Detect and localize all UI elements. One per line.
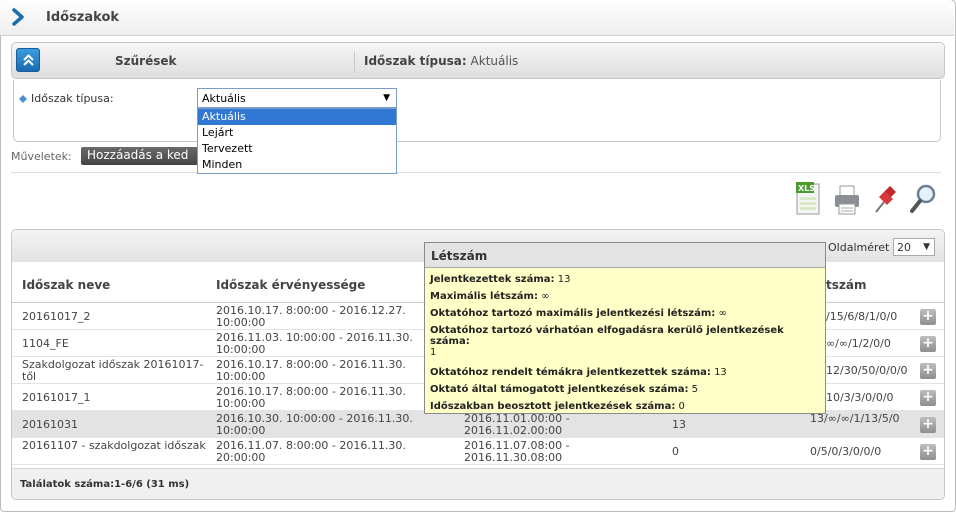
column-header-validity[interactable]: Időszak érvényessége [216, 278, 365, 292]
table-row[interactable]: 20161107 - szakdolgozat időszak 2016.11.… [12, 438, 944, 465]
cell-name: 1104_FE [22, 337, 69, 350]
tooltip-line: Maximális létszám: ∞ [430, 291, 820, 302]
filter-summary-label: Időszak típusa: [364, 54, 467, 68]
grid-footer: Találatok száma:1-6/6 (31 ms) [12, 468, 944, 499]
option-aktualis[interactable]: Aktuális [198, 109, 396, 125]
cell-headcount: 12/30/50/0/0/0 [826, 364, 908, 377]
cell-name: Szakdolgozat időszak 20161017-től [22, 358, 204, 383]
filter-panel [13, 80, 941, 142]
period-type-label-text: Időszak típusa: [31, 92, 114, 105]
tooltip-line: Oktatóhoz tartozó maximális jelentkezési… [430, 308, 820, 319]
page-size-label: Oldalméret [828, 241, 890, 254]
divider [11, 172, 941, 173]
cell-name: 20161031 [22, 418, 78, 431]
headcount-tooltip: Létszám Jelentkezettek száma: 13 Maximál… [424, 242, 826, 414]
page-title: Időszakok [46, 10, 120, 25]
xls-export-icon[interactable]: XLS [794, 180, 824, 218]
table-row[interactable]: 20161031 2016.10.30. 10:00:00 - 2016.11.… [12, 411, 944, 438]
cell-name: 20161107 - szakdolgozat időszak [22, 439, 206, 452]
cell-headcount: /15/6/8/1/0/0 [826, 310, 898, 323]
tooltip-line-label: Maximális létszám: [430, 291, 538, 302]
tooltip-line: Jelentkezettek száma: 13 [430, 274, 820, 285]
tooltip-line-value: 13 [714, 367, 727, 378]
pin-icon[interactable] [870, 180, 900, 218]
tooltip-line-label: Oktatóhoz tartozó maximális jelentkezési… [430, 308, 716, 319]
cell-headcount: 13/∞/∞/1/13/5/0 [810, 412, 900, 425]
tooltip-line-label: Jelentkezettek száma: [430, 274, 555, 285]
divider [354, 51, 355, 73]
column-header-name[interactable]: Időszak neve [22, 278, 110, 292]
cell-validity: 2016.10.17. 8:00:00 - 2016.12.27. 10:00:… [216, 304, 406, 329]
tooltip-line-label: Oktatóhoz rendelt témákra jelentkezettek… [430, 367, 711, 378]
tooltip-line-label: Oktató által támogatott jelentkezések sz… [430, 384, 689, 395]
cell-validity: 2016.11.03. 10:00:00 - 2016.11.30. 10:00… [216, 331, 413, 356]
tooltip-line-value: 13 [557, 274, 571, 285]
filter-summary-value: Aktuális [470, 54, 519, 68]
cell-applicants: 13 [672, 418, 686, 431]
page-size-select[interactable]: 20 ▼ [893, 238, 935, 256]
filter-bar: Szűrések Időszak típusa: Aktuális [11, 42, 945, 79]
cell-validity: 2016.10.17. 8:00:00 - 2016.11.30. 10:00:… [216, 358, 406, 383]
cell-validity: 2016.10.30. 10:00:00 - 2016.11.30. 10:00… [216, 412, 413, 437]
bullet-diamond-icon [19, 95, 27, 103]
operations-label: Műveletek: [11, 150, 72, 163]
page-size-value: 20 [897, 241, 911, 254]
result-count: Találatok száma:1-6/6 (31 ms) [20, 479, 190, 490]
cell-validity: 2016.10.17. 8:00:00 - 2016.11.30. 10:00:… [216, 385, 406, 410]
tooltip-line: Oktatóhoz rendelt témákra jelentkezettek… [430, 367, 820, 378]
option-minden[interactable]: Minden [198, 157, 396, 173]
double-chevron-up-icon [23, 54, 34, 66]
cell-application-period: 2016.11.01.00:00 - 2016.11.02.00:00 [464, 412, 570, 437]
cell-application-period: 2016.11.07.08:00 - 2016.11.30.08:00 [464, 439, 570, 464]
option-tervezett[interactable]: Tervezett [198, 141, 396, 157]
period-type-label: Időszak típusa: [19, 92, 114, 105]
filter-summary: Időszak típusa: Aktuális [364, 54, 518, 68]
tooltip-line: Időszakban beosztott jelentkezések száma… [430, 401, 820, 412]
period-type-selected: Aktuális [202, 92, 246, 105]
expand-row-button[interactable]: + [920, 363, 936, 379]
period-type-dropdown: Aktuális Lejárt Tervezett Minden [197, 108, 397, 174]
tooltip-title: Létszám [425, 243, 825, 268]
filters-label: Szűrések [115, 54, 177, 68]
tooltip-line-label: Oktatóhoz tartozó várhatóan elfogadásra … [430, 325, 784, 347]
expand-row-button[interactable]: + [920, 444, 936, 460]
tooltip-line-value: 1 [430, 347, 437, 358]
cell-name: 20161017_1 [22, 391, 91, 404]
expand-row-button[interactable]: + [920, 336, 936, 352]
search-icon[interactable] [908, 180, 938, 218]
cell-headcount: 10/3/3/0/0/0 [826, 391, 894, 404]
tooltip-line-value: ∞ [541, 291, 550, 302]
cell-name: 20161017_2 [22, 310, 91, 323]
column-header-headcount[interactable]: tszám [826, 278, 866, 292]
tooltip-line-value: ∞ [718, 308, 727, 319]
option-lejart[interactable]: Lejárt [198, 125, 396, 141]
tooltip-line: Oktatóhoz tartozó várhatóan elfogadásra … [430, 325, 820, 358]
cell-applicants: 0 [672, 445, 679, 458]
print-icon[interactable] [832, 180, 862, 218]
expand-row-button[interactable]: + [920, 417, 936, 433]
dropdown-arrow-icon: ▼ [383, 93, 390, 103]
xls-label: XLS [798, 184, 815, 193]
tooltip-line-value: 0 [678, 401, 685, 412]
cell-headcount: ∞/∞/1/2/0/0 [826, 337, 891, 350]
tooltip-line-label: Időszakban beosztott jelentkezések száma… [430, 401, 676, 412]
cell-headcount: 0/5/0/3/0/0/0 [810, 445, 882, 458]
expand-row-button[interactable]: + [920, 309, 936, 325]
page-header: Időszakok [0, 0, 954, 36]
tooltip-line: Oktató által támogatott jelentkezések sz… [430, 384, 820, 395]
expand-row-button[interactable]: + [920, 390, 936, 406]
cell-validity: 2016.11.07. 8:00:00 - 2016.11.30. 20:00:… [216, 439, 406, 464]
period-type-select[interactable]: Aktuális ▼ [197, 88, 397, 108]
add-button[interactable]: Hozzáadás a ked [81, 147, 199, 165]
chevron-right-icon[interactable] [12, 8, 26, 26]
dropdown-arrow-icon: ▼ [923, 242, 930, 252]
tooltip-line-value: 5 [691, 384, 699, 395]
collapse-filter-button[interactable] [16, 48, 40, 72]
